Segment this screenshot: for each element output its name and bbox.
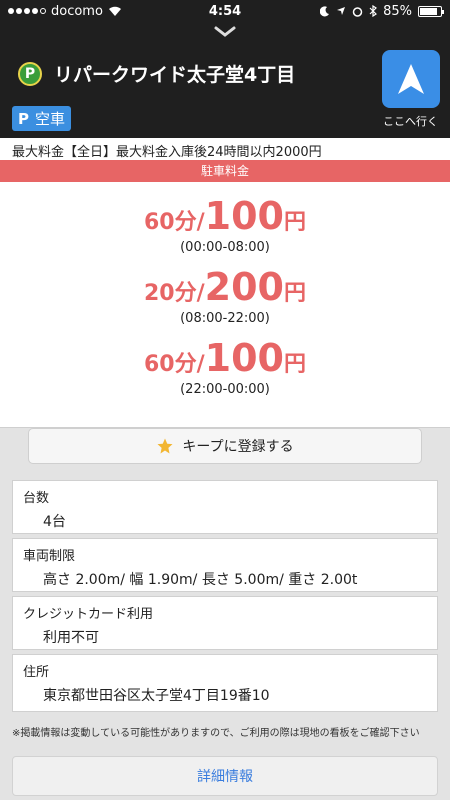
fee-unit: 円 [283, 281, 306, 306]
navigate-label[interactable]: ここへ行く [383, 113, 438, 129]
info-value: 高さ 2.00m/ 幅 1.90m/ 長さ 5.00m/ 重さ 2.00t [43, 572, 358, 588]
fee-hours: (22:00-00:00) [180, 382, 270, 397]
info-row-address: 住所 東京都世田谷区太子堂4丁目19番10 [12, 654, 438, 712]
fee-item: 20分/200円 (08:00-22:00) [0, 265, 450, 326]
fee-price: 100 [204, 336, 284, 380]
fee-price: 200 [204, 265, 284, 309]
fee-section-title: 駐車料金 [0, 160, 450, 182]
battery-percent: 85% [383, 3, 412, 19]
status-badge-label: 空車 [35, 110, 66, 128]
carrier-label: docomo [51, 3, 103, 19]
battery-icon [418, 5, 444, 17]
info-label: 台数 [23, 491, 50, 506]
fee-unit: 円 [283, 210, 306, 235]
fee-duration: 60分/ [144, 210, 205, 235]
status-time: 4:54 [208, 3, 242, 19]
info-value: 4台 [43, 514, 66, 530]
header-area: docomo 4:54 85% P リパークワイド太子堂4丁目 P 空車 ここへ… [0, 0, 450, 138]
max-fee-text: 最大料金【全日】最大料金入庫後24時間以内2000円 [0, 138, 450, 160]
fee-price: 100 [204, 194, 284, 238]
navigate-button[interactable] [382, 50, 440, 108]
info-row-vehicle-limits: 車両制限 高さ 2.00m/ 幅 1.90m/ 長さ 5.00m/ 重さ 2.0… [12, 538, 438, 592]
moon-icon [320, 5, 330, 16]
battery-level [420, 7, 437, 15]
info-label: 車両制限 [23, 549, 76, 564]
info-row-credit-card: クレジットカード利用 利用不可 [12, 596, 438, 650]
fee-duration: 20分/ [144, 281, 205, 306]
star-icon [157, 438, 173, 454]
parking-badge-icon: P [18, 109, 29, 128]
fee-hours: (00:00-08:00) [180, 240, 270, 255]
fee-item: 60分/100円 (22:00-00:00) [0, 336, 450, 397]
status-badge: P 空車 [12, 106, 72, 131]
bluetooth-icon [369, 5, 378, 17]
navigation-arrow-icon [398, 64, 424, 94]
signal-icon [8, 8, 46, 14]
fee-item: 60分/100円 (00:00-08:00) [0, 194, 450, 255]
info-label: クレジットカード利用 [23, 607, 154, 622]
chevron-down-icon[interactable] [214, 26, 236, 38]
fee-list: 60分/100円 (00:00-08:00) 20分/200円 (08:00-2… [0, 182, 450, 428]
fee-unit: 円 [283, 352, 306, 377]
fee-hours: (08:00-22:00) [180, 311, 270, 326]
info-row-capacity: 台数 4台 [12, 480, 438, 534]
page-title: リパークワイド太子堂4丁目 [54, 64, 296, 86]
info-value: 利用不可 [43, 630, 99, 646]
parking-logo-icon: P [18, 61, 42, 86]
disclaimer-note: ※掲載情報は変動している可能性がありますので、ご利用の際は現地の看板をご確認下さ… [12, 728, 420, 739]
alarm-icon [352, 6, 363, 17]
detail-button[interactable]: 詳細情報 [12, 756, 438, 796]
keep-button[interactable]: キープに登録する [28, 428, 422, 464]
info-label: 住所 [23, 665, 50, 680]
location-icon [337, 7, 346, 15]
info-value: 東京都世田谷区太子堂4丁目19番10 [43, 688, 270, 704]
status-bar: docomo 4:54 85% [0, 0, 450, 22]
fee-duration: 60分/ [144, 352, 205, 377]
keep-button-label: キープに登録する [182, 439, 294, 455]
wifi-icon [108, 6, 121, 16]
